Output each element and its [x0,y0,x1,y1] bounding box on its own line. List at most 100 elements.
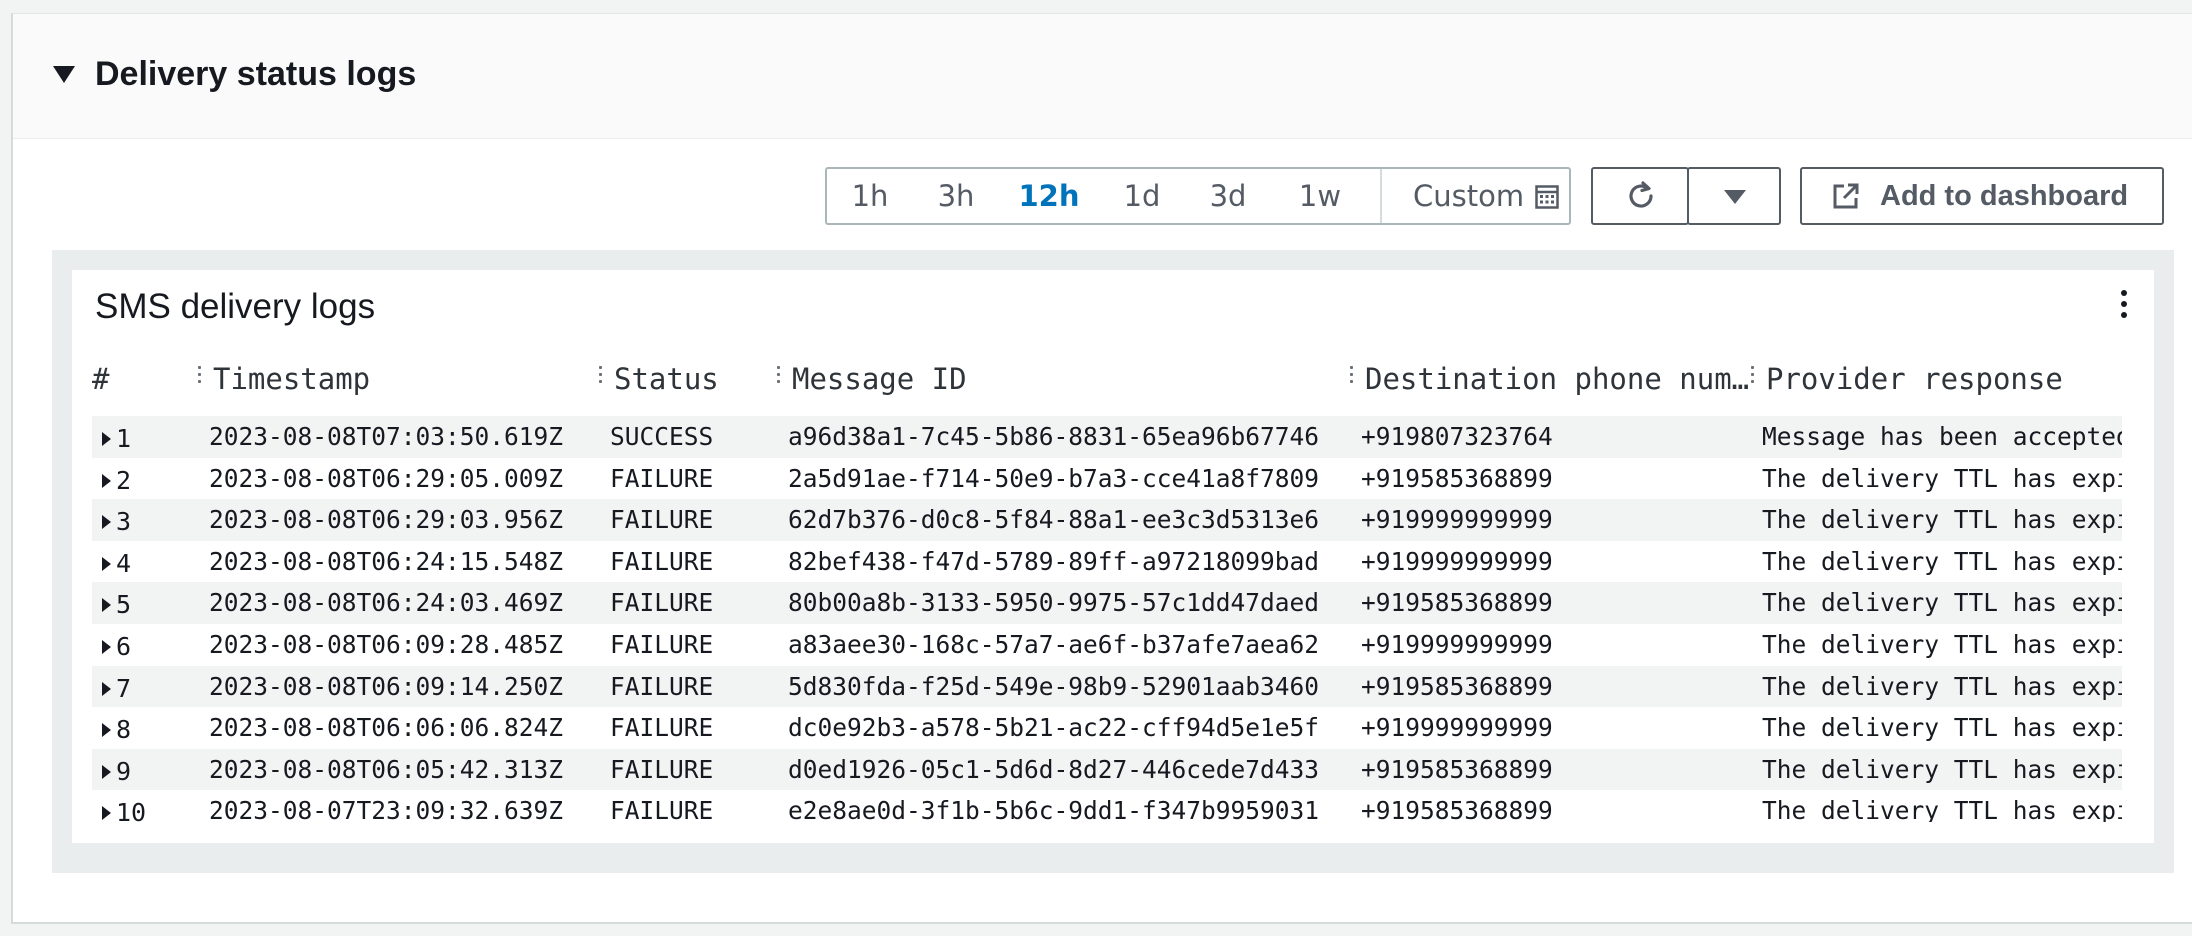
column-resize-handle[interactable] [1350,366,1354,388]
table-clip-edge [2122,352,2132,822]
cell-message-id: 62d7b376-d0c8-5f84-88a1-ee3c3d5313e6 [788,505,1320,535]
time-option-3d[interactable]: 3d [1199,169,1257,223]
time-option-12h[interactable]: 12h [1013,169,1085,223]
cell-phone: +919807323764 [1361,422,1553,451]
time-option-1h[interactable]: 1h [841,169,899,223]
cell-timestamp: 2023-08-08T06:09:28.485Z [209,629,564,659]
column-resize-handle[interactable] [777,366,781,388]
column-header-timestamp[interactable]: Timestamp [213,362,370,396]
cell-phone: +919999999999 [1361,505,1553,535]
expand-row-icon[interactable] [102,598,111,613]
cell-status: FAILURE [610,546,714,576]
refresh-icon [1629,181,1653,208]
expand-row-icon[interactable] [102,723,111,738]
row-number: 10 [116,798,147,822]
cell-timestamp: 2023-08-08T06:29:05.009Z [209,463,564,493]
cell-provider-response: Message has been accepted b [1762,422,2132,451]
cell-phone: +919999999999 [1361,713,1553,743]
expand-row-icon[interactable] [102,515,111,530]
time-option-custom[interactable]: Custom [1413,169,1524,223]
cell-status: FAILURE [610,505,714,535]
column-header-provider-response[interactable]: Provider response [1766,362,2063,396]
cell-message-id: a96d38a1-7c45-5b86-8831-65ea96b67746 [788,422,1320,451]
table-row[interactable]: 2 2023-08-08T06:29:05.009Z FAILURE 2a5d9… [92,458,2132,500]
cell-phone: +919999999999 [1361,629,1553,659]
column-header-status[interactable]: Status [614,362,719,396]
time-range-selector: 1h 3h 12h 1d 3d 1w Custom [825,167,1571,225]
row-number: 6 [116,631,132,661]
add-to-dashboard-button[interactable]: Add to dashboard [1800,167,2164,225]
table-row[interactable]: 1 2023-08-08T07:03:50.619Z SUCCESS a96d3… [92,416,2132,458]
expand-row-icon[interactable] [102,473,111,488]
cell-message-id: a83aee30-168c-57a7-ae6f-b37afe7aea62 [788,629,1320,659]
cell-timestamp: 2023-08-08T06:05:42.313Z [209,754,564,784]
caret-down-icon [1724,190,1746,204]
cell-phone: +919585368899 [1361,754,1553,784]
expand-row-icon[interactable] [102,556,111,571]
cell-status: FAILURE [610,463,714,493]
cell-status: FAILURE [610,796,714,822]
external-link-icon [1833,183,1859,209]
cell-timestamp: 2023-08-08T07:03:50.619Z [209,422,564,451]
table-row[interactable]: 5 2023-08-08T06:24:03.469Z FAILURE 80b00… [92,582,2132,624]
caret-down-icon[interactable] [53,66,75,83]
cell-timestamp: 2023-08-07T23:09:32.639Z [209,796,564,822]
column-header-message-id[interactable]: Message ID [792,362,967,396]
time-option-1d[interactable]: 1d [1113,169,1171,223]
table-row[interactable]: 4 2023-08-08T06:24:15.548Z FAILURE 82bef… [92,541,2132,583]
table-row[interactable]: 8 2023-08-08T06:06:06.824Z FAILURE dc0e9… [92,707,2132,749]
cell-provider-response: The delivery TTL has expir [1762,629,2132,659]
row-number: 5 [116,590,132,620]
expand-row-icon[interactable] [102,432,111,446]
table-row[interactable]: 9 2023-08-08T06:05:42.313Z FAILURE d0ed1… [92,748,2132,791]
expand-row-icon[interactable] [102,764,111,779]
table-row[interactable]: 10 2023-08-07T23:09:32.639Z FAILURE e2e8… [92,790,2132,822]
cell-status: FAILURE [610,588,714,618]
column-resize-handle[interactable] [198,366,202,388]
expand-row-icon[interactable] [102,806,111,821]
table-row[interactable]: 3 2023-08-08T06:29:03.956Z FAILURE 62d7b… [92,499,2132,541]
cell-provider-response: The delivery TTL has expir [1762,588,2132,618]
cell-timestamp: 2023-08-08T06:24:03.469Z [209,588,564,618]
column-header-destination-phone[interactable]: Destination phone num… [1365,362,1749,396]
cell-provider-response: The delivery TTL has expir [1762,463,2132,493]
panel-title[interactable]: Delivery status logs [95,54,416,94]
expand-row-icon[interactable] [102,681,111,696]
cell-timestamp: 2023-08-08T06:09:14.250Z [209,671,564,701]
column-header-number[interactable]: # [92,362,109,396]
kebab-menu-icon[interactable] [2118,290,2130,324]
cell-provider-response: The delivery TTL has expir [1762,505,2132,535]
row-number: 3 [116,507,132,537]
table-body: 1 2023-08-08T07:03:50.619Z SUCCESS a96d3… [92,416,2132,822]
column-resize-handle[interactable] [599,366,603,388]
cell-timestamp: 2023-08-08T06:24:15.548Z [209,546,564,576]
cell-message-id: d0ed1926-05c1-5d6d-8d27-446cede7d433 [788,754,1320,784]
row-number: 8 [116,715,132,745]
cell-message-id: 80b00a8b-3133-5950-9975-57c1dd47daed [788,588,1320,618]
refresh-options-dropdown[interactable] [1687,167,1781,225]
cell-provider-response: The delivery TTL has expir [1762,796,2132,822]
cell-message-id: e2e8ae0d-3f1b-5b6c-9dd1-f347b9959031 [788,796,1320,822]
time-option-3h[interactable]: 3h [927,169,985,223]
table-row[interactable]: 6 2023-08-08T06:09:28.485Z FAILURE a83ae… [92,624,2132,666]
cell-provider-response: The delivery TTL has expir [1762,754,2132,784]
cell-status: SUCCESS [610,422,714,451]
column-resize-handle[interactable] [1751,366,1755,388]
widget-title: SMS delivery logs [95,287,376,326]
cell-status: FAILURE [610,671,714,701]
cell-phone: +919585368899 [1361,588,1553,618]
cell-message-id: 2a5d91ae-f714-50e9-b7a3-cce41a8f7809 [788,463,1320,493]
cell-provider-response: The delivery TTL has expir [1762,546,2132,576]
cell-status: FAILURE [610,629,714,659]
panel-header[interactable]: Delivery status logs [13,14,2192,139]
refresh-button[interactable] [1591,167,1689,225]
add-to-dashboard-label: Add to dashboard [1880,180,2129,212]
expand-row-icon[interactable] [102,639,111,654]
time-option-1w[interactable]: 1w [1291,169,1349,223]
cell-phone: +919585368899 [1361,463,1553,493]
row-number: 2 [116,465,132,495]
table-row[interactable]: 7 2023-08-08T06:09:14.250Z FAILURE 5d830… [92,665,2132,708]
cell-phone: +919585368899 [1361,671,1553,701]
calendar-icon[interactable] [1535,185,1559,209]
cell-message-id: 82bef438-f47d-5789-89ff-a97218099bad [788,546,1320,576]
